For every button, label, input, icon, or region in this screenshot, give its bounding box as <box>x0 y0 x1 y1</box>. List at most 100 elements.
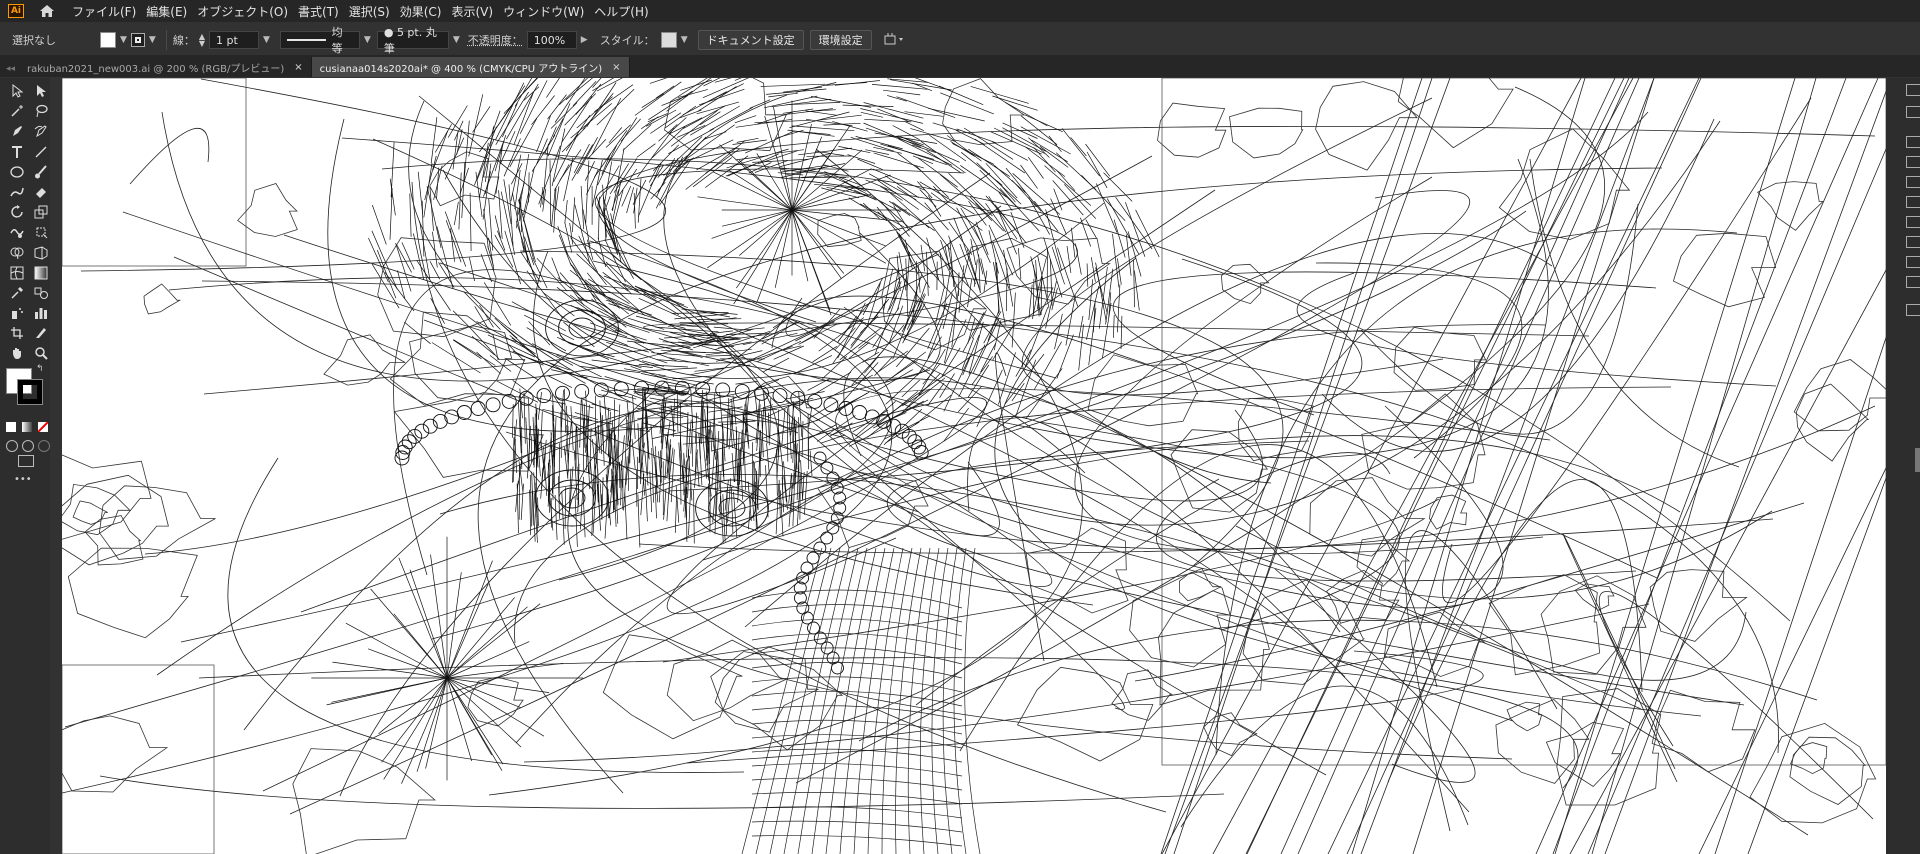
stroke-profile-dropdown[interactable]: 均等 <box>279 26 360 55</box>
profile-chevron-down-icon[interactable]: ▼ <box>364 35 371 45</box>
menu-window[interactable]: ウィンドウ(W) <box>503 3 584 20</box>
preferences-button[interactable]: 環境設定 <box>809 30 872 50</box>
bead <box>536 388 552 404</box>
hand-icon[interactable] <box>8 344 26 362</box>
selection-tool-icon[interactable] <box>8 82 26 100</box>
magic-wand-icon[interactable] <box>8 102 26 120</box>
libraries-panel-icon[interactable] <box>1906 136 1920 148</box>
slice-icon[interactable] <box>32 324 50 342</box>
hair-stroke <box>368 237 389 283</box>
stroke-stepper-icon[interactable]: ▲ ▼ <box>199 33 205 48</box>
stroke-color-box[interactable] <box>17 379 43 405</box>
brush-dropdown[interactable]: ● 5 pt. 丸筆 <box>376 26 449 55</box>
comments-panel-icon[interactable] <box>1906 304 1920 316</box>
draw-behind-icon[interactable] <box>22 440 34 452</box>
tab-cusianaa[interactable]: cusianaa014s2020ai* @ 400 % (CMYK/CPU アウ… <box>311 57 630 77</box>
appearance-panel-icon[interactable] <box>1906 236 1920 248</box>
ellipse-icon[interactable] <box>8 163 26 181</box>
hair-stroke <box>705 355 732 357</box>
close-icon[interactable]: × <box>294 62 302 73</box>
color-icon[interactable] <box>6 422 16 432</box>
graphic-styles-panel-icon[interactable] <box>1906 256 1920 268</box>
fill-swatch[interactable] <box>100 32 116 48</box>
line-icon[interactable] <box>32 143 50 161</box>
rotate-icon[interactable] <box>8 203 26 221</box>
layers-panel-icon[interactable] <box>1906 106 1920 118</box>
shape-builder-icon[interactable] <box>8 244 26 262</box>
opacity-label[interactable]: 不透明度： <box>468 32 523 48</box>
canvas-scrollbar[interactable] <box>1915 448 1920 472</box>
style-swatch[interactable] <box>660 32 677 48</box>
tab-rakuban[interactable]: rakuban2021_new003.ai @ 200 % (RGB/プレビュー… <box>19 57 312 77</box>
bead <box>485 397 501 413</box>
fill-stroke-widget[interactable]: ↰ <box>6 364 46 408</box>
perspective-icon[interactable] <box>32 244 50 262</box>
brush-chevron-down-icon[interactable]: ▼ <box>453 35 460 45</box>
gradient-icon[interactable] <box>32 264 50 282</box>
menu-view[interactable]: 表示(V) <box>451 3 493 20</box>
gradient-mode-icon[interactable] <box>22 422 32 432</box>
stroke-weight-field[interactable]: 1 pt <box>209 31 259 49</box>
hair-stroke <box>863 102 924 119</box>
stroke-swatch[interactable] <box>130 33 145 47</box>
properties-panel-icon[interactable] <box>1906 84 1920 96</box>
home-icon[interactable] <box>36 1 58 21</box>
lasso-icon[interactable] <box>32 102 50 120</box>
menu-file[interactable]: ファイル(F) <box>72 3 136 20</box>
free-transform-icon[interactable] <box>32 223 50 241</box>
outline-blob <box>409 325 513 403</box>
menu-help[interactable]: ヘルプ(H) <box>594 3 648 20</box>
zoom-icon[interactable] <box>32 344 50 362</box>
symbols-panel-icon[interactable] <box>1906 176 1920 188</box>
hair-stroke <box>794 355 833 374</box>
symbol-sprayer-icon[interactable] <box>8 304 26 322</box>
panel-grip-icon[interactable]: ◂◂ <box>6 64 15 74</box>
stroke-chevron-down-icon[interactable]: ▼ <box>149 35 156 45</box>
arrange-documents-icon[interactable] <box>884 33 906 47</box>
artboard-icon[interactable] <box>8 324 26 342</box>
hair-stroke <box>1005 102 1048 127</box>
draw-normal-icon[interactable] <box>6 440 18 452</box>
menu-edit[interactable]: 編集(E) <box>146 3 187 20</box>
style-chevron-down-icon[interactable]: ▼ <box>681 35 688 45</box>
draw-inside-icon[interactable] <box>38 440 50 452</box>
color-panel-icon[interactable] <box>1906 276 1920 288</box>
hair-stroke <box>932 122 960 132</box>
stroke-weight-chevron-down-icon[interactable]: ▼ <box>263 35 270 45</box>
menu-select[interactable]: 選択(S) <box>349 3 390 20</box>
shaper-icon[interactable] <box>8 183 26 201</box>
pen-icon[interactable] <box>8 122 26 140</box>
hair-stroke <box>510 163 523 185</box>
menu-effect[interactable]: 効果(C) <box>400 3 442 20</box>
none-icon[interactable] <box>38 422 48 432</box>
swap-arrows-icon[interactable]: ↰ <box>36 364 44 374</box>
radial-line <box>401 677 448 784</box>
outline-blob <box>1393 326 1487 391</box>
eraser-icon[interactable] <box>32 183 50 201</box>
opacity-chevron-right-icon[interactable]: ▶ <box>581 35 588 45</box>
direct-selection-tool-icon[interactable] <box>32 82 50 100</box>
menu-object[interactable]: オブジェクト(O) <box>197 3 288 20</box>
scale-icon[interactable] <box>32 203 50 221</box>
paintbrush-icon[interactable] <box>32 163 50 181</box>
outline-curve <box>129 128 210 185</box>
edit-toolbar-icon[interactable]: ••• <box>14 474 32 485</box>
mesh-icon[interactable] <box>8 264 26 282</box>
curvature-icon[interactable] <box>32 122 50 140</box>
artboard-canvas[interactable] <box>62 78 1886 854</box>
transform-panel-icon[interactable] <box>1906 216 1920 228</box>
column-graph-icon[interactable] <box>32 304 50 322</box>
menu-type[interactable]: 書式(T) <box>298 3 339 20</box>
hair-stroke <box>1050 259 1053 306</box>
type-icon[interactable] <box>8 143 26 161</box>
opacity-field[interactable]: 100% <box>526 31 577 49</box>
align-panel-icon[interactable] <box>1906 196 1920 208</box>
blend-icon[interactable] <box>32 284 50 302</box>
fill-chevron-down-icon[interactable]: ▼ <box>120 35 127 45</box>
screen-mode-icon[interactable] <box>18 455 34 467</box>
close-icon[interactable]: × <box>612 62 620 73</box>
document-setup-button[interactable]: ドキュメント設定 <box>697 30 804 50</box>
warp-icon[interactable] <box>8 223 26 241</box>
brushes-panel-icon[interactable] <box>1906 156 1920 168</box>
eyedropper-icon[interactable] <box>8 284 26 302</box>
